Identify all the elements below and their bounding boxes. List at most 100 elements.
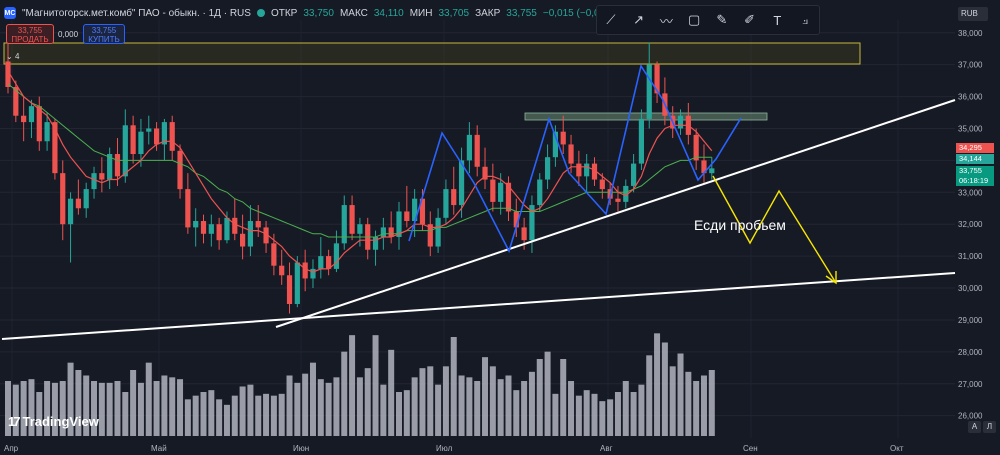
candle-body [349, 205, 355, 234]
volume-bar [255, 395, 262, 436]
volume-bar [309, 362, 316, 436]
volume-bar [435, 384, 442, 436]
volume-bar [458, 375, 465, 436]
volume-bar [544, 351, 551, 436]
candle-body [521, 227, 527, 241]
annotation-text: Есди пробьем [694, 217, 786, 233]
trendline-icon[interactable]: ⟋ [602, 11, 620, 29]
volume-bar [583, 390, 590, 436]
candle-body [91, 173, 97, 190]
volume-bar [661, 342, 668, 436]
buy-price: 33,755 [91, 26, 117, 35]
volume-bar [708, 370, 715, 436]
candle-body [83, 189, 89, 209]
support-trendline [275, 99, 956, 328]
symbol-title[interactable]: "Магнитогорск.мет.комб" ПАО - обыкн. · 1… [22, 8, 251, 19]
candle-body [130, 125, 136, 155]
candle-body [380, 227, 386, 237]
log-scale-button[interactable]: Л [983, 421, 996, 433]
currency-selector[interactable]: RUB [958, 7, 988, 21]
time-axis[interactable]: Апр Май Июн Июл Авг Сен Окт [4, 444, 904, 453]
volume-bar [669, 366, 676, 436]
candle-body [599, 179, 605, 190]
indicators-toggle[interactable]: ⌄ 4 [6, 52, 19, 61]
volume-bar [474, 381, 481, 436]
candle-body [388, 227, 394, 237]
auto-scale-button[interactable]: A [968, 421, 981, 433]
buy-button[interactable]: 33,755 КУПИТЬ [83, 24, 125, 44]
low-value: 33,705 [438, 7, 470, 19]
volume-bar [575, 395, 582, 436]
candle-body [693, 134, 699, 161]
price-tick-label: 37,000 [958, 61, 983, 70]
candle-body [67, 198, 74, 225]
zigzag-pattern [408, 63, 742, 254]
volume-bar [607, 399, 614, 436]
sell-button[interactable]: 33,755 ПРОДАТЬ [6, 24, 54, 44]
price-tick-label: 35,000 [958, 124, 983, 133]
volume-bar [317, 379, 324, 436]
candle-body [638, 118, 645, 164]
tradingview-logo[interactable]: 17 TradingView [8, 414, 99, 429]
candle-body [404, 211, 410, 222]
candle-body [357, 224, 363, 234]
candle-body [99, 173, 105, 180]
candle-body [466, 134, 472, 161]
path-icon[interactable]: 〰 [657, 11, 675, 29]
candle-body [60, 173, 66, 225]
tradingview-mark-icon: 17 [8, 414, 21, 429]
open-value: 33,750 [303, 7, 334, 19]
price-tick-label: 28,000 [958, 348, 983, 357]
volume-bar [599, 401, 606, 436]
candle-body [537, 179, 543, 206]
text-icon[interactable]: T [768, 11, 786, 29]
buy-label: КУПИТЬ [88, 35, 120, 44]
volume-bar [442, 366, 449, 436]
candle-body [709, 168, 715, 174]
volume-bar [169, 377, 176, 436]
candle-body [44, 122, 50, 142]
volume-bar [184, 399, 191, 436]
symbol-header: MC "Магнитогорск.мет.комб" ПАО - обыкн. … [4, 4, 617, 22]
candle-body [224, 217, 230, 241]
volume-bar [427, 366, 434, 436]
volume-bar [216, 399, 223, 436]
candle-body [333, 243, 340, 269]
volume-bar [685, 371, 692, 436]
rectangle-icon[interactable]: ▢ [685, 11, 703, 29]
volume-bar [614, 392, 621, 436]
candle-body [208, 224, 214, 234]
ma-slow-price-label: 34,144 [956, 154, 994, 164]
volume-bar [333, 377, 340, 436]
ray-icon[interactable]: ↗ [630, 11, 648, 29]
volume-bar [521, 381, 528, 436]
volume-bar [388, 349, 395, 436]
price-chart[interactable]: Есди пробьем 38,000 37,000 36,000 35,000 34,… [0, 0, 1000, 455]
low-label: МИН [409, 7, 433, 19]
volume-bar [654, 333, 661, 436]
volume-bar [302, 373, 309, 436]
resistance-zone-upper [3, 42, 861, 65]
volume-bar [270, 395, 277, 436]
time-tick-label: Сен [743, 444, 758, 453]
candle-body [584, 163, 590, 177]
volume-bar [106, 382, 113, 436]
candle-body [490, 179, 496, 202]
brush-icon[interactable]: ✎ [713, 11, 731, 29]
volume-bar [263, 393, 270, 436]
candle-body [646, 64, 652, 119]
time-tick-label: Авг [600, 444, 613, 453]
candle-body [122, 125, 128, 177]
pen-icon[interactable]: ✐ [741, 11, 759, 29]
candle-body [435, 217, 441, 247]
time-tick-label: Окт [890, 444, 904, 453]
volume-bar [568, 381, 575, 436]
spread-value: 0,000 [58, 30, 79, 39]
price-axis[interactable]: 38,00037,00036,00035,00034,00033,00032,0… [958, 29, 983, 421]
ruler-icon[interactable]: ⟓ [796, 11, 814, 29]
candle-body [576, 163, 582, 177]
volume-bar [114, 381, 121, 436]
close-value: 33,755 [506, 7, 537, 19]
candle-body [138, 131, 144, 155]
volume-bar [161, 375, 168, 436]
